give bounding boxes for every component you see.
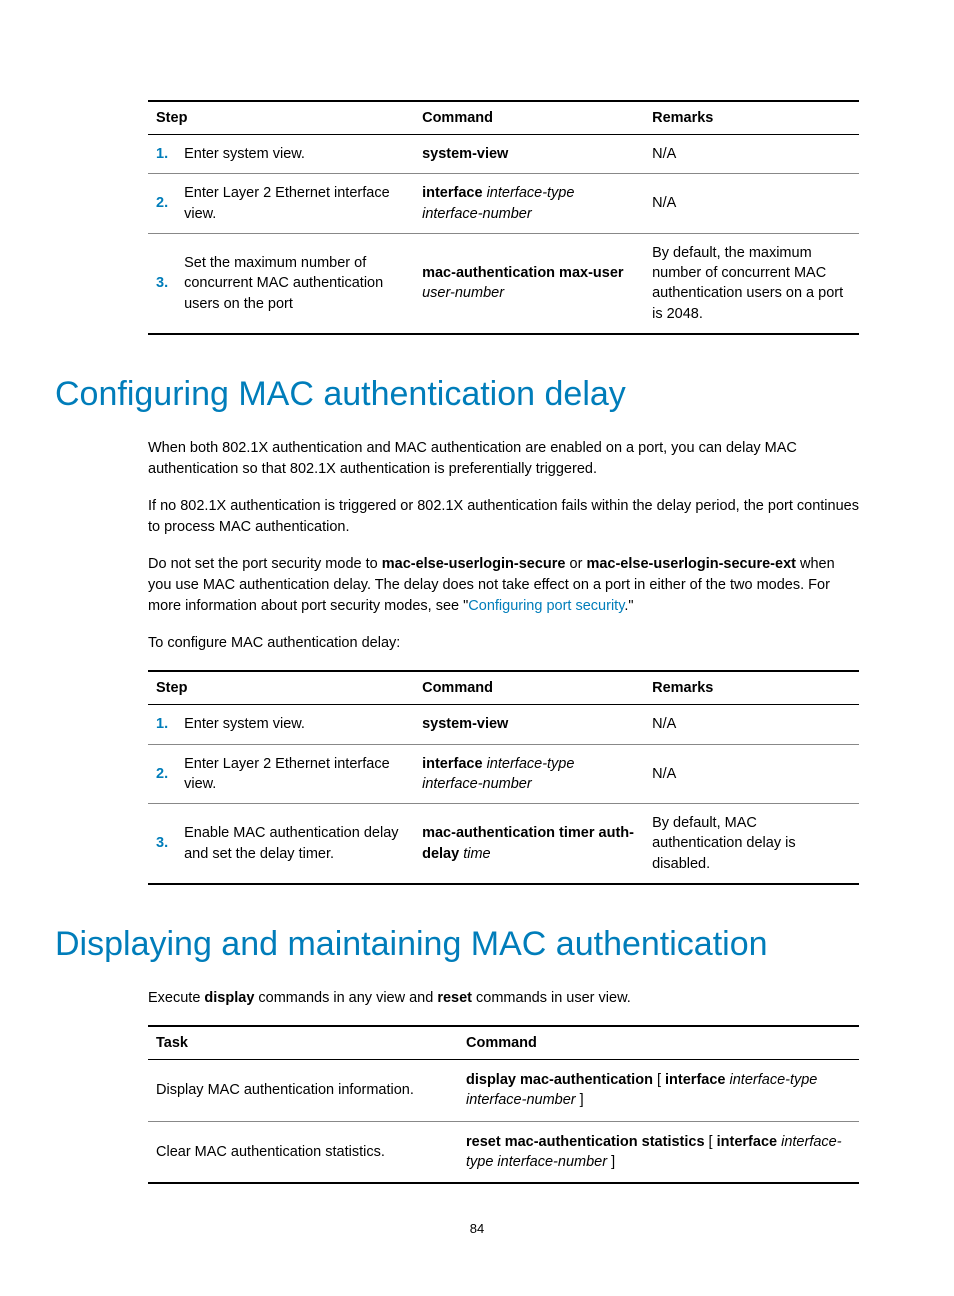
remarks-text: By default, the maximum number of concur…	[644, 233, 859, 334]
remarks-text: N/A	[644, 174, 859, 234]
link-config-port-security[interactable]: Configuring port security	[468, 598, 624, 614]
command-text: display mac-authentication [ interface i…	[458, 1060, 859, 1122]
step-text: Enable MAC authentication delay and set …	[176, 804, 414, 884]
paragraph: Execute display commands in any view and…	[148, 988, 859, 1009]
table-row: 3. Set the maximum number of concurrent …	[148, 233, 859, 334]
step-text: Enter system view.	[176, 705, 414, 744]
th-task: Task	[148, 1026, 458, 1060]
step-number: 2.	[148, 174, 176, 234]
th-command: Command	[458, 1026, 859, 1060]
paragraph: To configure MAC authentication delay:	[148, 633, 859, 654]
th-command: Command	[414, 101, 644, 135]
th-step: Step	[148, 671, 414, 705]
table-row: Clear MAC authentication statistics. res…	[148, 1121, 859, 1183]
step-number: 2.	[148, 744, 176, 804]
remarks-text: N/A	[644, 705, 859, 744]
remarks-text: N/A	[644, 744, 859, 804]
th-command: Command	[414, 671, 644, 705]
command-text: interface interface-type interface-numbe…	[414, 174, 644, 234]
command-text: reset mac-authentication statistics [ in…	[458, 1121, 859, 1183]
heading-config-delay: Configuring MAC authentication delay	[55, 375, 859, 414]
command-text: interface interface-type interface-numbe…	[414, 744, 644, 804]
table-row: 2. Enter Layer 2 Ethernet interface view…	[148, 744, 859, 804]
table-row: Display MAC authentication information. …	[148, 1060, 859, 1122]
command-text: mac-authentication max-user user-number	[414, 233, 644, 334]
task-table: Task Command Display MAC authentication …	[148, 1025, 859, 1184]
table-row: 1. Enter system view. system-view N/A	[148, 135, 859, 174]
step-number: 3.	[148, 804, 176, 884]
task-text: Display MAC authentication information.	[148, 1060, 458, 1122]
paragraph: If no 802.1X authentication is triggered…	[148, 496, 859, 538]
steps-table-1: Step Command Remarks 1. Enter system vie…	[148, 100, 859, 335]
table-row: 3. Enable MAC authentication delay and s…	[148, 804, 859, 884]
step-number: 3.	[148, 233, 176, 334]
command-text: mac-authentication timer auth-delay time	[414, 804, 644, 884]
step-text: Set the maximum number of concurrent MAC…	[176, 233, 414, 334]
th-remarks: Remarks	[644, 101, 859, 135]
page-number: 84	[0, 1221, 954, 1236]
paragraph: When both 802.1X authentication and MAC …	[148, 438, 859, 480]
step-number: 1.	[148, 705, 176, 744]
command-text: system-view	[414, 135, 644, 174]
th-step: Step	[148, 101, 414, 135]
step-text: Enter system view.	[176, 135, 414, 174]
table-row: 2. Enter Layer 2 Ethernet interface view…	[148, 174, 859, 234]
step-number: 1.	[148, 135, 176, 174]
heading-display-maintain: Displaying and maintaining MAC authentic…	[55, 925, 859, 964]
paragraph: Do not set the port security mode to mac…	[148, 554, 859, 617]
step-text: Enter Layer 2 Ethernet interface view.	[176, 174, 414, 234]
table-row: 1. Enter system view. system-view N/A	[148, 705, 859, 744]
command-text: system-view	[414, 705, 644, 744]
step-text: Enter Layer 2 Ethernet interface view.	[176, 744, 414, 804]
task-text: Clear MAC authentication statistics.	[148, 1121, 458, 1183]
remarks-text: By default, MAC authentication delay is …	[644, 804, 859, 884]
th-remarks: Remarks	[644, 671, 859, 705]
steps-table-2: Step Command Remarks 1. Enter system vie…	[148, 670, 859, 885]
remarks-text: N/A	[644, 135, 859, 174]
